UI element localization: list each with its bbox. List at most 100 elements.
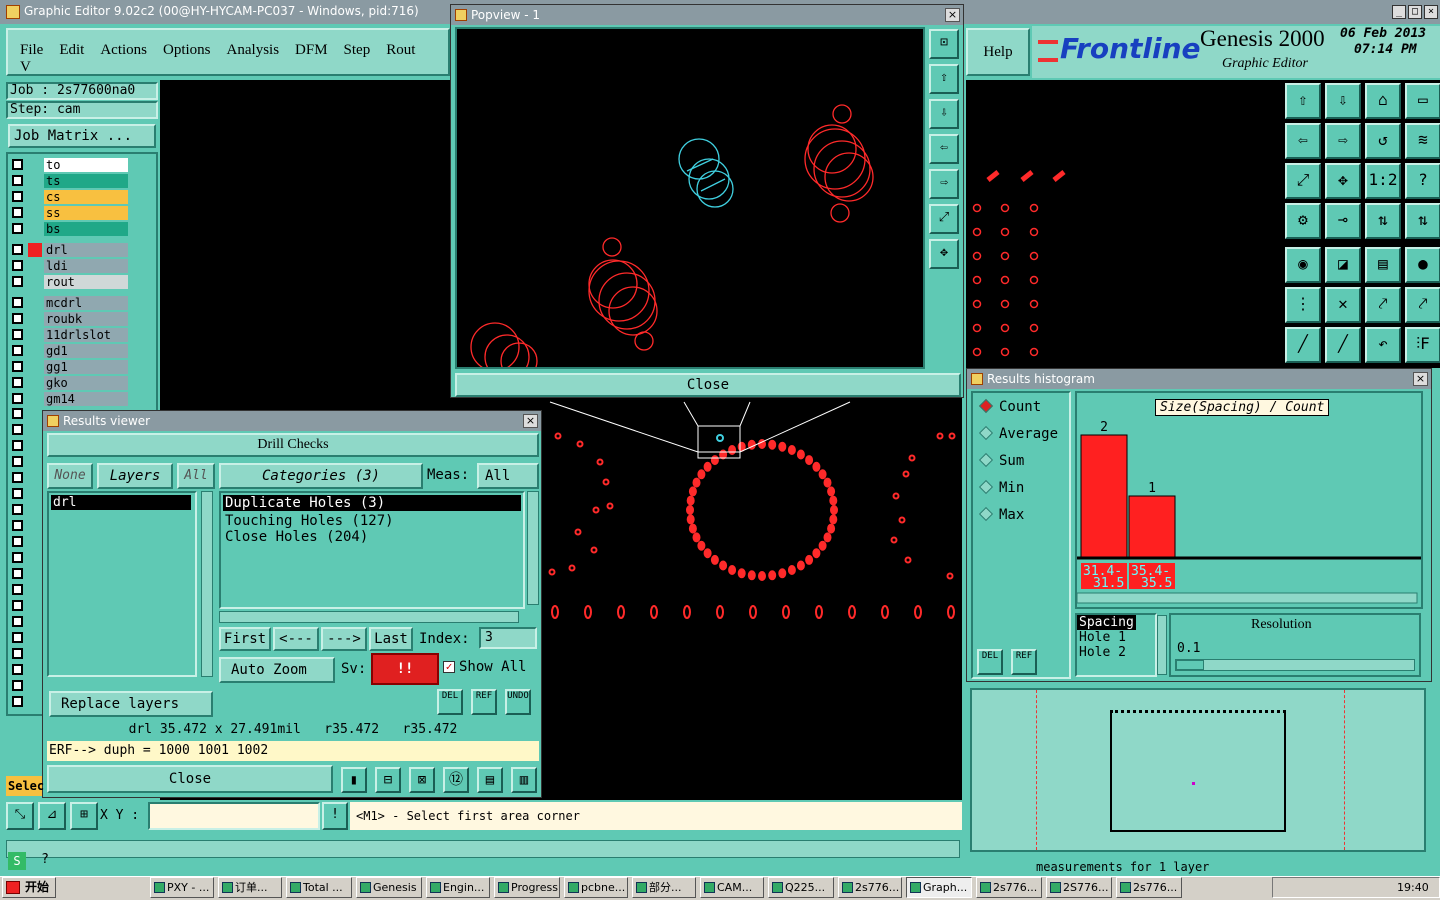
all-button[interactable]: All [177,463,215,489]
taskbar-item[interactable]: 2s776... [838,877,902,898]
layer-row-drl[interactable]: drl [10,243,128,257]
layer-checkbox[interactable] [12,616,23,627]
radio-icon[interactable] [978,398,994,414]
auto-zoom-dropdown[interactable]: Auto Zoom [219,657,335,683]
popview-close-icon[interactable]: × [945,8,960,22]
close-icon[interactable]: × [1424,5,1438,19]
popview-tool-5-icon[interactable]: ⤢ [929,204,959,234]
taskbar-item[interactable]: Graph... [906,877,972,898]
menu-file[interactable]: File [20,42,43,59]
histogram-option-sum[interactable]: Sum [977,452,1071,473]
next-button[interactable]: ---> [321,627,367,651]
menu-actions[interactable]: Actions [100,42,147,59]
taskbar-item[interactable]: 2S776... [1046,877,1112,898]
tool-left-icon[interactable]: ⇦ [1285,123,1321,159]
layer-checkbox[interactable] [12,584,23,595]
tool-color-icon[interactable]: ◪ [1325,247,1361,283]
tool-ruler-icon[interactable]: ▤ [1365,247,1401,283]
taskbar-item[interactable]: PXY - ... [150,877,214,898]
tool-hatch-icon[interactable]: ≋ [1405,123,1440,159]
replace-layers-dropdown[interactable]: Replace layers [49,691,213,717]
category-list[interactable]: Duplicate Holes (3) Touching Holes (127)… [219,491,525,609]
layer-checkbox[interactable] [12,552,23,563]
categories-button[interactable]: Categories (3) [219,463,423,489]
spacing-item[interactable]: Spacing [1077,615,1136,630]
tool-pad-icon[interactable]: ● [1405,247,1440,283]
tool-scale-icon[interactable]: 1:2 [1365,163,1401,199]
tool-rotate-icon[interactable]: ↶ [1365,327,1401,363]
category-item-close[interactable]: Close Holes (204) [223,529,521,545]
layer-row-roubk[interactable]: roubk [10,312,128,326]
taskbar-item[interactable]: 订单... [218,877,282,898]
popview-tool-3-icon[interactable]: ⇦ [929,134,959,164]
layer-row-ldi[interactable]: ldi [10,259,128,273]
layer-checkbox[interactable] [12,260,23,271]
taskbar-item[interactable]: 部分... [632,877,696,898]
radio-icon[interactable] [978,479,994,495]
layer-checkbox[interactable] [12,393,23,404]
layer-checkbox[interactable] [12,361,23,372]
histogram-option-average[interactable]: Average [977,425,1071,446]
tool-line-a-icon[interactable]: ⤤ [1365,287,1401,323]
tool-layers-icon[interactable]: ⇅ [1365,203,1401,239]
alert-icon[interactable]: ! [322,802,348,830]
radio-icon[interactable] [978,506,994,522]
tool-feature-icon[interactable]: ⫶F [1405,327,1440,363]
tool-undo-icon[interactable]: ↺ [1365,123,1401,159]
layer-checkbox[interactable] [12,456,23,467]
layer-checkbox[interactable] [12,159,23,170]
menu-dfm[interactable]: DFM [295,42,328,59]
xy-input[interactable] [148,802,320,830]
tool-pan-icon[interactable]: ✥ [1325,163,1361,199]
layer-checkbox[interactable] [12,329,23,340]
tool-snap-icon[interactable]: ◉ [1285,247,1321,283]
job-matrix-button[interactable]: Job Matrix ... [8,124,156,148]
category-item-touching[interactable]: Touching Holes (127) [223,513,521,529]
grid-icon[interactable]: ⊞ [70,802,98,830]
tool-draw-icon[interactable]: ╱ [1285,327,1321,363]
taskbar-item[interactable]: Engin... [426,877,490,898]
layer-checkbox[interactable] [12,600,23,611]
undo-button[interactable]: UNDO [505,689,531,715]
results-tool-3-icon[interactable]: ⑫ [443,767,469,793]
results-tool-5-icon[interactable]: ▥ [511,767,537,793]
menu-v[interactable]: V [20,59,31,76]
results-tool-4-icon[interactable]: ▤ [477,767,503,793]
popview-tool-4-icon[interactable]: ⇨ [929,169,959,199]
ref-button[interactable]: REF [471,689,497,715]
layer-checkbox[interactable] [12,488,23,499]
tool-settings-icon[interactable]: ⚙ [1285,203,1321,239]
layer-checkbox[interactable] [12,223,23,234]
tool-frame-icon[interactable]: ▭ [1405,83,1440,119]
popview-tool-2-icon[interactable]: ⇩ [929,99,959,129]
s-icon[interactable]: S [8,852,26,870]
severity-button[interactable]: !! [371,653,439,685]
layer-row-gm14[interactable]: gm14 [10,392,128,406]
tool-cross-icon[interactable]: ✕ [1325,287,1361,323]
layer-result-item[interactable]: drl [51,495,191,510]
layer-checkbox[interactable] [12,440,23,451]
tool-fit-icon[interactable]: ⤢ [1285,163,1321,199]
histogram-bar[interactable] [1080,434,1128,558]
menu-step[interactable]: Step [344,42,371,59]
histogram-scrollbar[interactable] [1077,592,1418,604]
category-scrollbar[interactable] [527,491,539,605]
layer-checkbox[interactable] [12,648,23,659]
resolution-slider[interactable] [1175,659,1415,671]
menu-options[interactable]: Options [163,42,211,59]
layer-checkbox[interactable] [12,568,23,579]
layer-row-cs[interactable]: cs [10,190,128,204]
del-button[interactable]: DEL [437,689,463,715]
layer-checkbox[interactable] [12,297,23,308]
layer-row-to[interactable]: to [10,158,128,172]
tool-probe-icon[interactable]: ⊸ [1325,203,1361,239]
layer-list-scrollbar[interactable] [201,491,213,677]
taskbar-item[interactable]: pcbne... [564,877,628,898]
radio-icon[interactable] [978,425,994,441]
tool-up-icon[interactable]: ⇧ [1285,83,1321,119]
layer-checkbox[interactable] [12,207,23,218]
layer-checkbox[interactable] [12,175,23,186]
snap-icon[interactable]: ⤡ [6,802,34,830]
taskbar-item[interactable]: 2s776... [976,877,1042,898]
layer-row-rout[interactable]: rout [10,275,128,289]
